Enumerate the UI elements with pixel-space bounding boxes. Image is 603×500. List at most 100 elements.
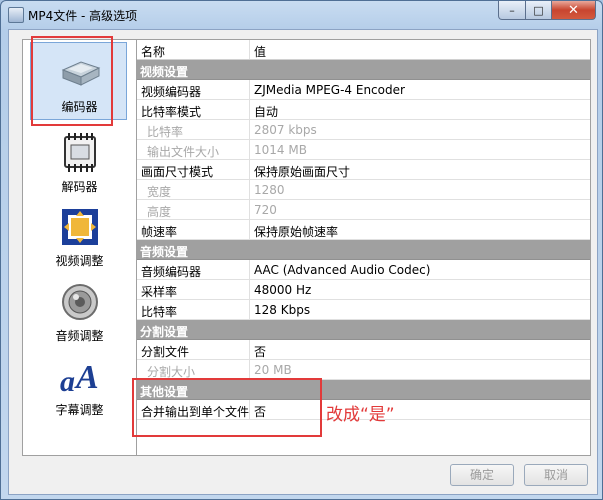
column-separator (249, 120, 250, 139)
property-value[interactable]: ZJMedia MPEG-4 Encoder (254, 83, 405, 97)
svg-text:A: A (74, 359, 99, 396)
grid-header: 名称 值 (137, 40, 590, 60)
annotation-text: 改成“是” (326, 405, 395, 425)
column-separator (249, 180, 250, 199)
sidebar-item-audio-adjust[interactable]: 音频调整 (23, 275, 136, 345)
property-value[interactable]: 自动 (254, 103, 278, 120)
property-name: 采样率 (141, 285, 178, 299)
column-header-value: 值 (254, 45, 267, 59)
sidebar-item-subtitle-adjust[interactable]: a A 字幕调整 (23, 349, 136, 419)
grid-property-row[interactable]: 分割大小 20 MB (137, 360, 590, 380)
sidebar-item-label: 音频调整 (55, 329, 104, 343)
close-icon: ✕ (568, 2, 579, 18)
property-name: 比特率模式 (141, 105, 202, 119)
window-controls: – □ ✕ (498, 1, 596, 20)
property-name: 视频编码器 (141, 85, 202, 99)
property-value[interactable]: 否 (254, 343, 266, 360)
video-adjust-icon (62, 209, 98, 245)
grid-property-row[interactable]: 采样率 48000 Hz (137, 280, 590, 300)
grid-property-row[interactable]: 音频编码器 AAC (Advanced Audio Codec) (137, 260, 590, 280)
minimize-icon: – (509, 3, 515, 17)
property-name: 合并输出到单个文件 (141, 405, 250, 419)
close-button[interactable]: ✕ (552, 1, 596, 20)
category-sidebar: 编码器 解码器 视频调整 音频调整 a A 字幕调整 (22, 39, 137, 456)
column-separator (249, 100, 250, 119)
property-value[interactable]: AAC (Advanced Audio Codec) (254, 263, 430, 277)
property-name: 视频设置 (140, 65, 189, 79)
sidebar-item-label: 解码器 (61, 180, 98, 194)
title-bar: MP4文件 - 高级选项 – □ ✕ (1, 1, 602, 29)
sidebar-item-label: 视频调整 (55, 254, 104, 268)
column-separator (249, 200, 250, 219)
property-name: 分割大小 (147, 365, 196, 379)
sidebar-item-label: 字幕调整 (55, 403, 104, 417)
property-name: 比特率 (147, 125, 184, 139)
column-header-name: 名称 (141, 45, 166, 59)
encoder-device-icon (61, 61, 101, 86)
property-name: 比特率 (141, 305, 178, 319)
property-name: 宽度 (147, 185, 172, 199)
column-separator (249, 360, 250, 379)
column-separator (249, 340, 250, 359)
grid-property-row[interactable]: 宽度 1280 (137, 180, 590, 200)
grid-property-row[interactable]: 比特率 128 Kbps (137, 300, 590, 320)
sidebar-item-video-adjust[interactable]: 视频调整 (23, 200, 136, 270)
property-name: 音频编码器 (141, 265, 202, 279)
property-value[interactable]: 720 (254, 203, 277, 217)
column-separator (249, 40, 250, 59)
property-name: 帧速率 (141, 225, 178, 239)
grid-property-row[interactable]: 帧速率 保持原始帧速率 (137, 220, 590, 240)
column-separator (249, 160, 250, 179)
property-value[interactable]: 保持原始画面尺寸 (254, 163, 350, 180)
grid-section-header: 视频设置 (137, 60, 590, 80)
column-separator (249, 300, 250, 319)
property-name: 音频设置 (140, 245, 189, 259)
dialog-body: 编码器 解码器 视频调整 音频调整 a A 字幕调整 名称 值 视频设置 视频编… (8, 29, 598, 495)
sidebar-item-label: 编码器 (61, 100, 98, 114)
grid-section-header: 分割设置 (137, 320, 590, 340)
property-value[interactable]: 保持原始帧速率 (254, 223, 338, 240)
column-separator (249, 80, 250, 99)
column-separator (249, 220, 250, 239)
property-name: 高度 (147, 205, 172, 219)
column-separator (249, 280, 250, 299)
app-window: MP4文件 - 高级选项 – □ ✕ 编码器 解码器 视频调整 音频调整 a A… (0, 0, 603, 500)
grid-property-row[interactable]: 视频编码器 ZJMedia MPEG-4 Encoder (137, 80, 590, 100)
grid-property-row[interactable]: 比特率模式 自动 (137, 100, 590, 120)
subtitle-letter-a-icon: a A (60, 359, 99, 397)
maximize-button[interactable]: □ (526, 1, 552, 20)
speaker-icon (62, 284, 98, 320)
column-separator (249, 140, 250, 159)
sidebar-item-encoder[interactable]: 编码器 (23, 42, 136, 120)
grid-property-row[interactable]: 比特率 2807 kbps (137, 120, 590, 140)
grid-property-row[interactable]: 输出文件大小 1014 MB (137, 140, 590, 160)
grid-property-row[interactable]: 画面尺寸模式 保持原始画面尺寸 (137, 160, 590, 180)
property-value[interactable]: 128 Kbps (254, 303, 310, 317)
property-value[interactable]: 1280 (254, 183, 285, 197)
property-name: 分割设置 (140, 325, 189, 339)
property-name: 其他设置 (140, 385, 189, 399)
maximize-icon: □ (533, 3, 544, 17)
property-value[interactable]: 2807 kbps (254, 123, 317, 137)
grid-property-row[interactable]: 高度 720 (137, 200, 590, 220)
grid-property-row[interactable]: 分割文件 否 (137, 340, 590, 360)
decoder-chip-icon (64, 133, 96, 172)
column-separator (249, 400, 250, 419)
window-title: MP4文件 - 高级选项 (28, 9, 138, 23)
ok-button[interactable]: 确定 (450, 464, 514, 486)
property-value[interactable]: 否 (254, 403, 266, 420)
app-icon (8, 7, 24, 23)
property-value[interactable]: 20 MB (254, 363, 292, 377)
property-value[interactable]: 1014 MB (254, 143, 307, 157)
property-name: 画面尺寸模式 (141, 165, 214, 179)
svg-text:a: a (60, 365, 75, 397)
minimize-button[interactable]: – (498, 1, 526, 20)
grid-section-header: 其他设置 (137, 380, 590, 400)
sidebar-item-decoder[interactable]: 解码器 (23, 126, 136, 196)
property-name: 输出文件大小 (147, 145, 220, 159)
column-separator (249, 260, 250, 279)
cancel-button[interactable]: 取消 (524, 464, 588, 486)
property-value[interactable]: 48000 Hz (254, 283, 311, 297)
property-grid: 名称 值 视频设置视频编码器 ZJMedia MPEG-4 Encoder 比特率模… (136, 39, 591, 456)
property-name: 分割文件 (141, 345, 190, 359)
